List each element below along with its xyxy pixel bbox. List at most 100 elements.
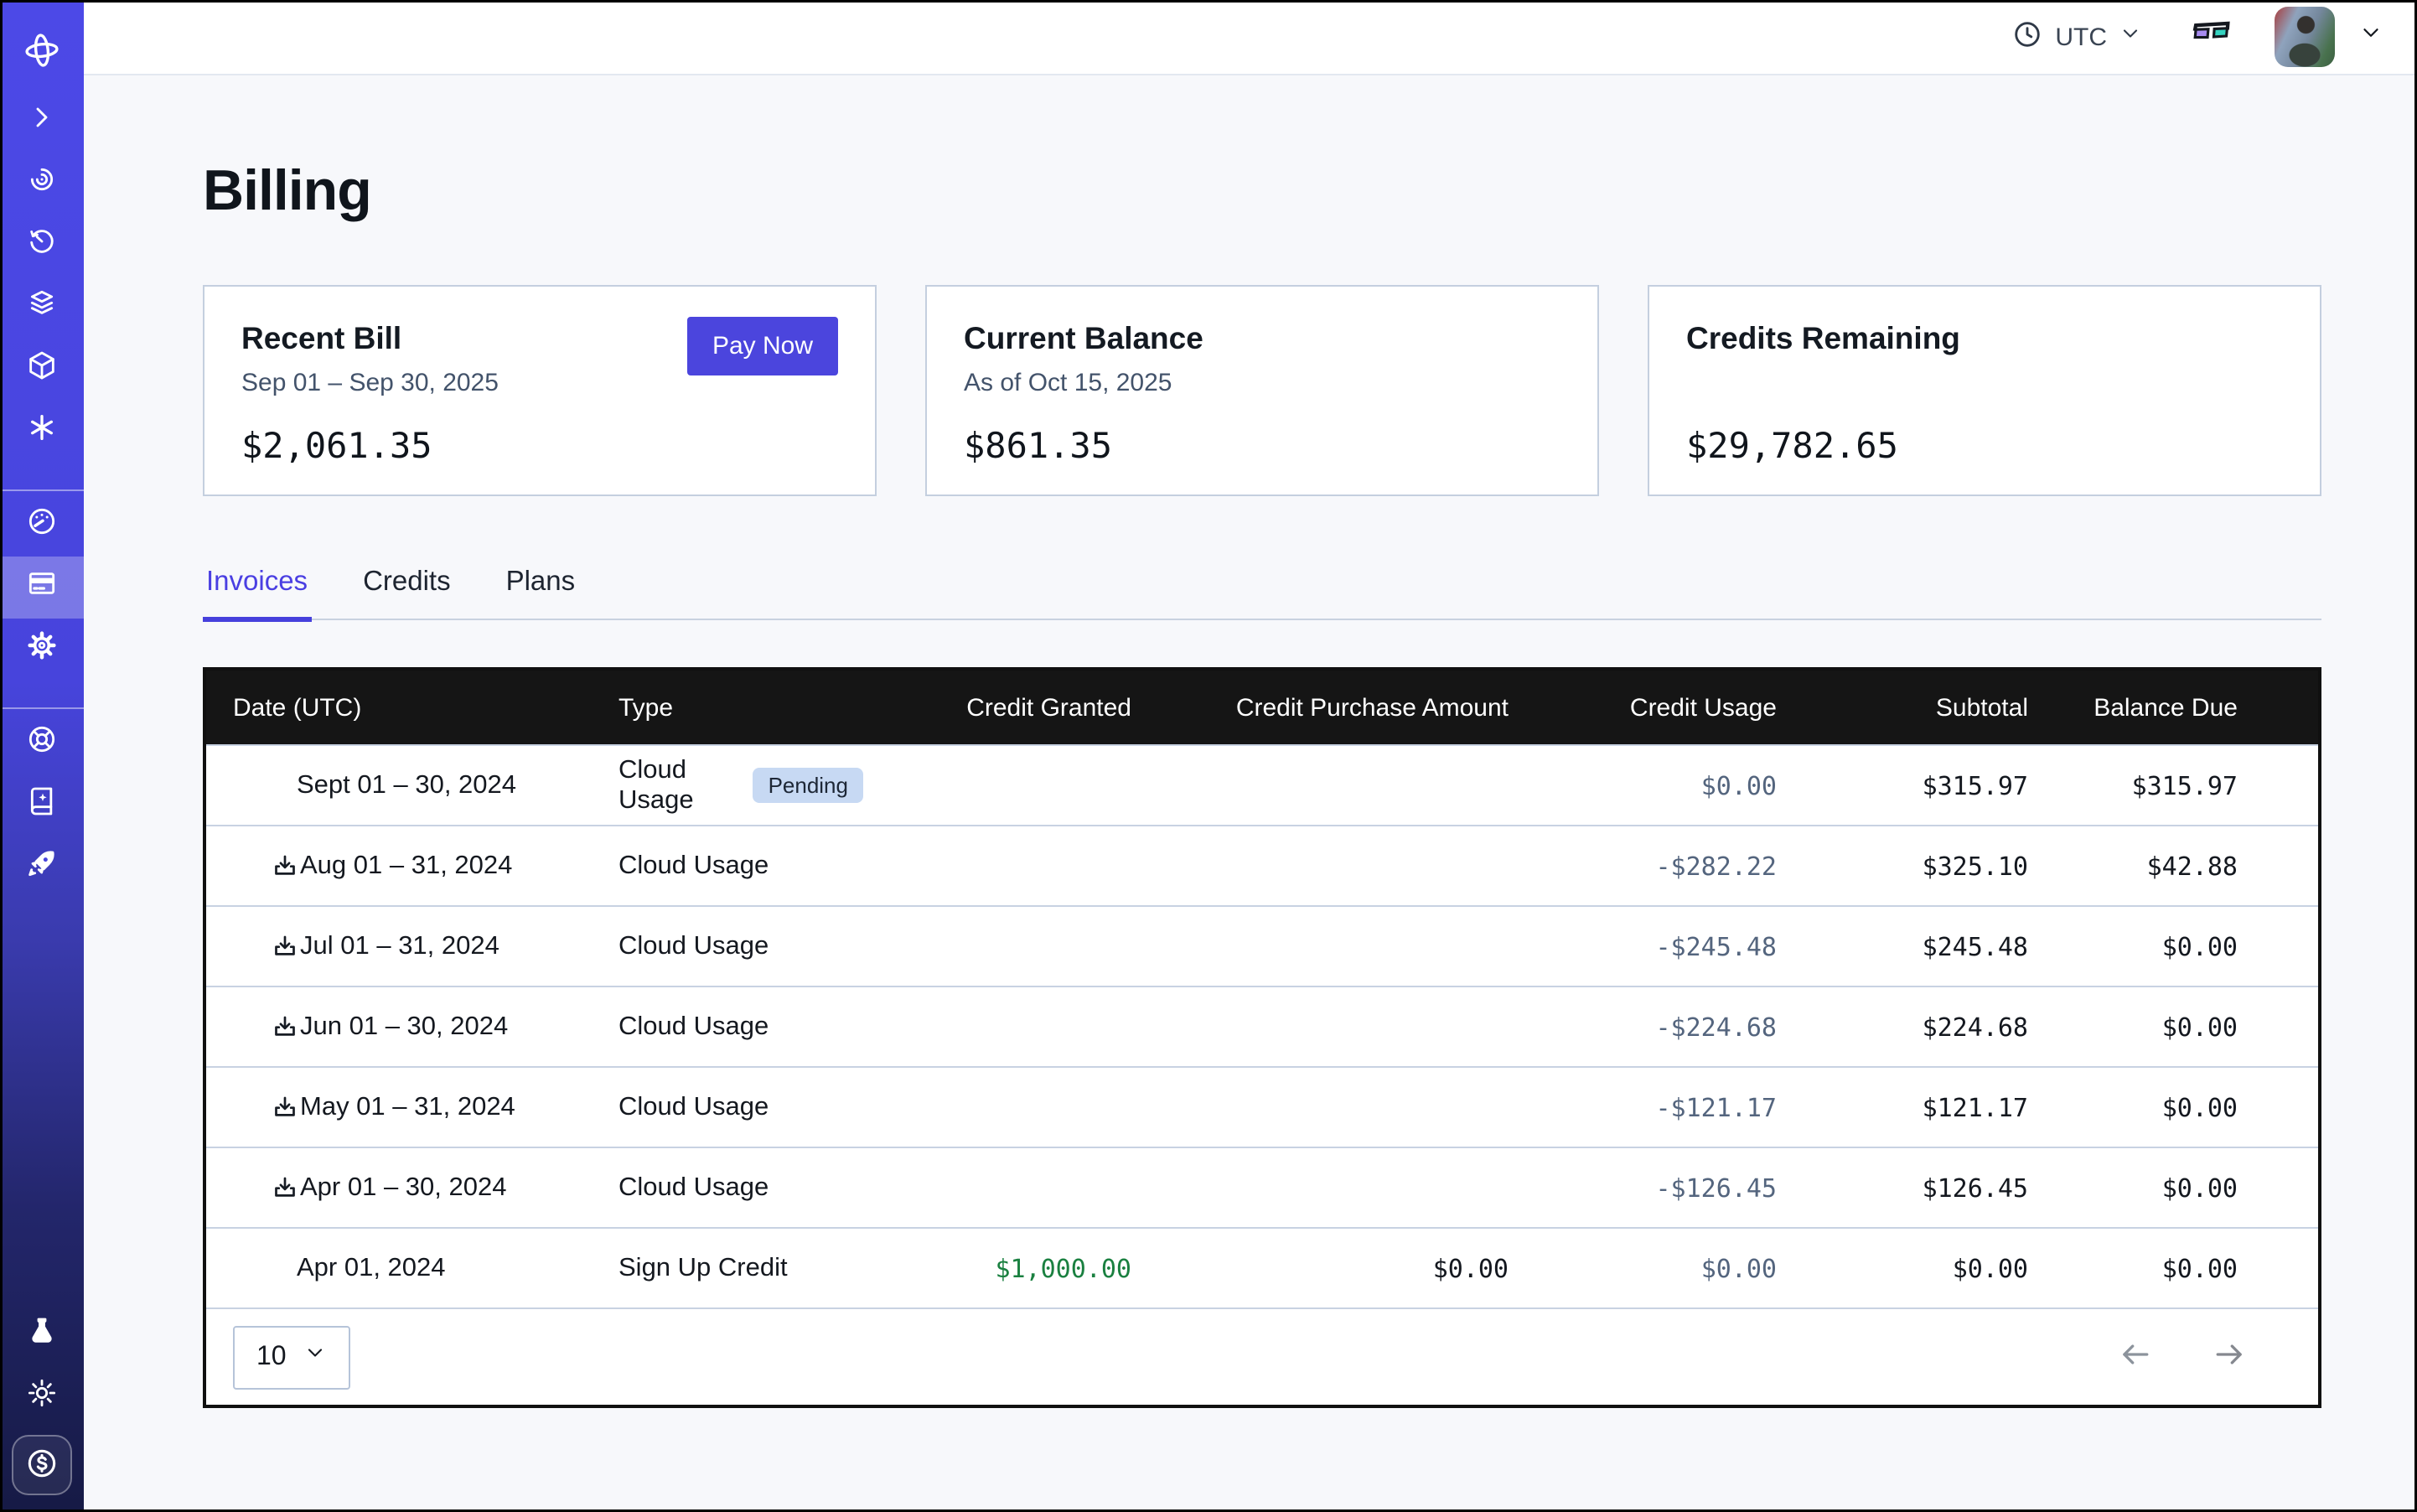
invoice-date-cell: Jun 01 – 30, 2024 bbox=[233, 1012, 618, 1042]
col-header-balance-due: Balance Due bbox=[2028, 693, 2238, 722]
3d-glasses-icon bbox=[2189, 12, 2234, 62]
current-balance-card: Current Balance As of Oct 15, 2025 $861.… bbox=[925, 285, 1599, 496]
table-row: Aug 01 – 31, 2024 Cloud Usage -$282.22 $… bbox=[206, 825, 2318, 905]
feedback-glasses-button[interactable] bbox=[2189, 12, 2234, 62]
lifebuoy-icon bbox=[25, 722, 59, 764]
col-header-credit-purchase: Credit Purchase Amount bbox=[1131, 693, 1509, 722]
invoice-type: Cloud Usage bbox=[618, 1092, 769, 1122]
sidebar-item-tracing[interactable] bbox=[0, 153, 84, 215]
pay-now-button[interactable]: Pay Now bbox=[687, 317, 838, 375]
sidebar-divider bbox=[0, 489, 84, 491]
subtotal-value: $121.17 bbox=[1777, 1092, 2028, 1122]
previous-page-button[interactable] bbox=[2117, 1336, 2154, 1378]
invoice-date: May 01 – 31, 2024 bbox=[300, 1092, 515, 1122]
download-invoice-button[interactable] bbox=[253, 1173, 283, 1203]
invoice-type: Cloud Usage bbox=[618, 1173, 769, 1203]
tab-plans[interactable]: Plans bbox=[503, 567, 579, 619]
table-row: Jun 01 – 30, 2024 Cloud Usage -$224.68 $… bbox=[206, 986, 2318, 1066]
credit-usage-value: -$126.45 bbox=[1509, 1173, 1777, 1203]
sidebar-divider bbox=[0, 707, 84, 709]
sidebar-item-labs[interactable] bbox=[0, 1304, 84, 1366]
invoice-type-cell: Cloud Usage bbox=[618, 931, 863, 961]
download-invoice-button[interactable] bbox=[253, 851, 283, 881]
credit-usage-value: -$245.48 bbox=[1509, 931, 1777, 961]
invoice-type-cell: Cloud Usage bbox=[618, 1092, 863, 1122]
credit-granted-value: $1,000.00 bbox=[863, 1253, 1131, 1283]
timer-history-icon bbox=[25, 225, 59, 267]
download-invoice-button[interactable] bbox=[253, 931, 283, 961]
sidebar-item-layers[interactable] bbox=[0, 277, 84, 339]
next-page-button[interactable] bbox=[2211, 1336, 2248, 1378]
subtotal-value: $0.00 bbox=[1777, 1253, 2028, 1283]
chevron-down-icon bbox=[2119, 22, 2142, 52]
sidebar-item-docs[interactable] bbox=[0, 774, 84, 836]
invoice-date-cell: May 01 – 31, 2024 bbox=[233, 1092, 618, 1122]
invoice-type-cell: Cloud Usage bbox=[618, 851, 863, 881]
tab-credits[interactable]: Credits bbox=[360, 567, 454, 619]
app-logo[interactable] bbox=[0, 17, 84, 91]
sidebar-item-containers[interactable] bbox=[0, 339, 84, 401]
credit-usage-value: -$282.22 bbox=[1509, 851, 1777, 881]
tab-invoices[interactable]: Invoices bbox=[203, 567, 311, 619]
subtotal-value: $325.10 bbox=[1777, 851, 2028, 881]
invoice-date: Jun 01 – 30, 2024 bbox=[300, 1012, 508, 1042]
timezone-selector[interactable]: UTC bbox=[2011, 18, 2142, 56]
main-column: UTC Billing bbox=[84, 0, 2417, 1512]
layers-icon bbox=[25, 287, 59, 329]
card-title: Credits Remaining bbox=[1686, 320, 2283, 357]
table-header-row: Date (UTC) Type Credit Granted Credit Pu… bbox=[206, 671, 2318, 744]
card-subtitle bbox=[1686, 369, 2283, 399]
invoice-type: Cloud Usage bbox=[618, 931, 769, 961]
credit-usage-value: $0.00 bbox=[1509, 1253, 1777, 1283]
table-row: May 01 – 31, 2024 Cloud Usage -$121.17 $… bbox=[206, 1066, 2318, 1147]
sidebar-item-theme[interactable] bbox=[0, 1366, 84, 1428]
flask-icon bbox=[25, 1314, 59, 1356]
sidebar-item-getting-started[interactable] bbox=[0, 836, 84, 898]
user-avatar[interactable] bbox=[2275, 7, 2335, 67]
balance-due-value: $42.88 bbox=[2028, 851, 2238, 881]
download-icon bbox=[270, 931, 300, 961]
billing-page: Billing Recent Bill Sep 01 – Sep 30, 202… bbox=[84, 75, 2417, 1512]
sidebar-item-history[interactable] bbox=[0, 215, 84, 277]
invoice-date-cell: Apr 01, 2024 bbox=[233, 1253, 618, 1283]
logo-orbit-icon bbox=[22, 29, 62, 78]
card-subtitle: As of Oct 15, 2025 bbox=[964, 369, 1560, 399]
sidebar-item-billing[interactable] bbox=[0, 557, 84, 619]
col-header-credit-usage: Credit Usage bbox=[1509, 693, 1777, 722]
download-icon bbox=[270, 1012, 300, 1042]
credit-usage-value: -$121.17 bbox=[1509, 1092, 1777, 1122]
invoice-type-cell: Cloud Usage Pending bbox=[618, 755, 863, 816]
sidebar-item-functions[interactable] bbox=[0, 401, 84, 463]
balance-due-value: $315.97 bbox=[2028, 770, 2238, 800]
page-size-value: 10 bbox=[256, 1342, 287, 1372]
sidebar-item-expand[interactable] bbox=[0, 91, 84, 153]
invoice-type-cell: Cloud Usage bbox=[618, 1012, 863, 1042]
table-row: Apr 01, 2024 Sign Up Credit $1,000.00 $0… bbox=[206, 1227, 2318, 1307]
summary-cards: Recent Bill Sep 01 – Sep 30, 2025 $2,061… bbox=[203, 285, 2321, 496]
download-invoice-button[interactable] bbox=[253, 1092, 283, 1122]
page-size-select[interactable]: 10 bbox=[233, 1325, 350, 1389]
timezone-label: UTC bbox=[2055, 23, 2107, 51]
download-invoice-button[interactable] bbox=[253, 1012, 283, 1042]
sidebar-item-usage[interactable] bbox=[0, 495, 84, 557]
arrow-left-icon bbox=[2117, 1336, 2154, 1378]
invoice-type-cell: Cloud Usage bbox=[618, 1173, 863, 1203]
subtotal-value: $315.97 bbox=[1777, 770, 2028, 800]
sidebar-spacer bbox=[0, 898, 84, 1304]
sidebar-item-support[interactable] bbox=[0, 712, 84, 774]
table-pagination: 10 bbox=[206, 1307, 2318, 1405]
chevron-down-icon[interactable] bbox=[2358, 20, 2383, 54]
invoice-date-cell: Aug 01 – 31, 2024 bbox=[233, 851, 618, 881]
invoice-date: Jul 01 – 31, 2024 bbox=[300, 931, 499, 961]
col-header-date: Date (UTC) bbox=[233, 693, 618, 722]
billing-tabs: Invoices Credits Plans bbox=[203, 567, 2321, 620]
app-window: UTC Billing bbox=[0, 0, 2417, 1512]
col-header-type: Type bbox=[618, 693, 863, 722]
sidebar-item-settings[interactable] bbox=[0, 619, 84, 681]
col-header-subtotal: Subtotal bbox=[1777, 693, 2028, 722]
balance-due-value: $0.00 bbox=[2028, 1173, 2238, 1203]
invoice-type: Cloud Usage bbox=[618, 755, 738, 816]
sidebar-credits-button[interactable] bbox=[12, 1435, 72, 1495]
subtotal-value: $126.45 bbox=[1777, 1173, 2028, 1203]
invoices-table: Date (UTC) Type Credit Granted Credit Pu… bbox=[203, 667, 2321, 1408]
